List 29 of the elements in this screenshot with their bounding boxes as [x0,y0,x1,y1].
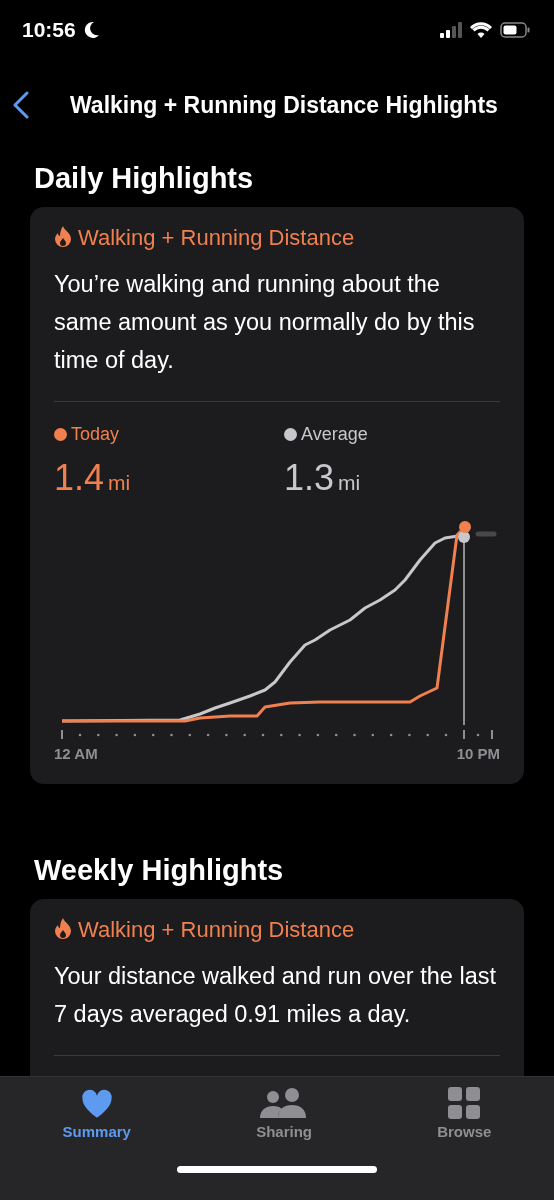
status-time: 10:56 [22,18,76,42]
battery-icon [500,22,530,38]
tab[interactable]: Summary [42,1087,151,1140]
average-point [458,531,470,543]
signal-icon [440,22,462,38]
card-title: Walking + Running Distance [78,225,355,250]
highlight-text: Your distance walked and run over the last 7 days averaged 0.91 miles a day. [54,962,497,1029]
wifi-icon [470,22,492,38]
page-title: Walking + Running Distance Highlights [70,91,498,119]
legend-label: Today [71,424,120,445]
today-point [459,521,471,533]
axis-label: 10 PM [456,745,500,762]
goal-marker [475,531,497,537]
flame-icon [54,226,72,248]
section-heading: Daily Highlights [34,162,255,195]
legend-label: Average [301,424,368,445]
people-icon [260,1087,309,1119]
grid-icon [448,1087,481,1119]
back-icon[interactable] [12,91,30,119]
axis-label: 12 AM [54,745,98,762]
highlight-text: You’re walking and running about the same amount as you normally do by this time of day. [54,270,476,375]
flame-icon [54,918,72,940]
distance-value: 1.4 mi [54,457,132,499]
tab[interactable]: Sharing [236,1087,332,1140]
section-heading: Weekly Highlights [34,854,285,887]
card-title: Walking + Running Distance [78,917,355,942]
distance-value: 1.3 mi [284,457,362,499]
moon-icon [83,21,100,39]
tab[interactable]: Browse [417,1087,512,1140]
